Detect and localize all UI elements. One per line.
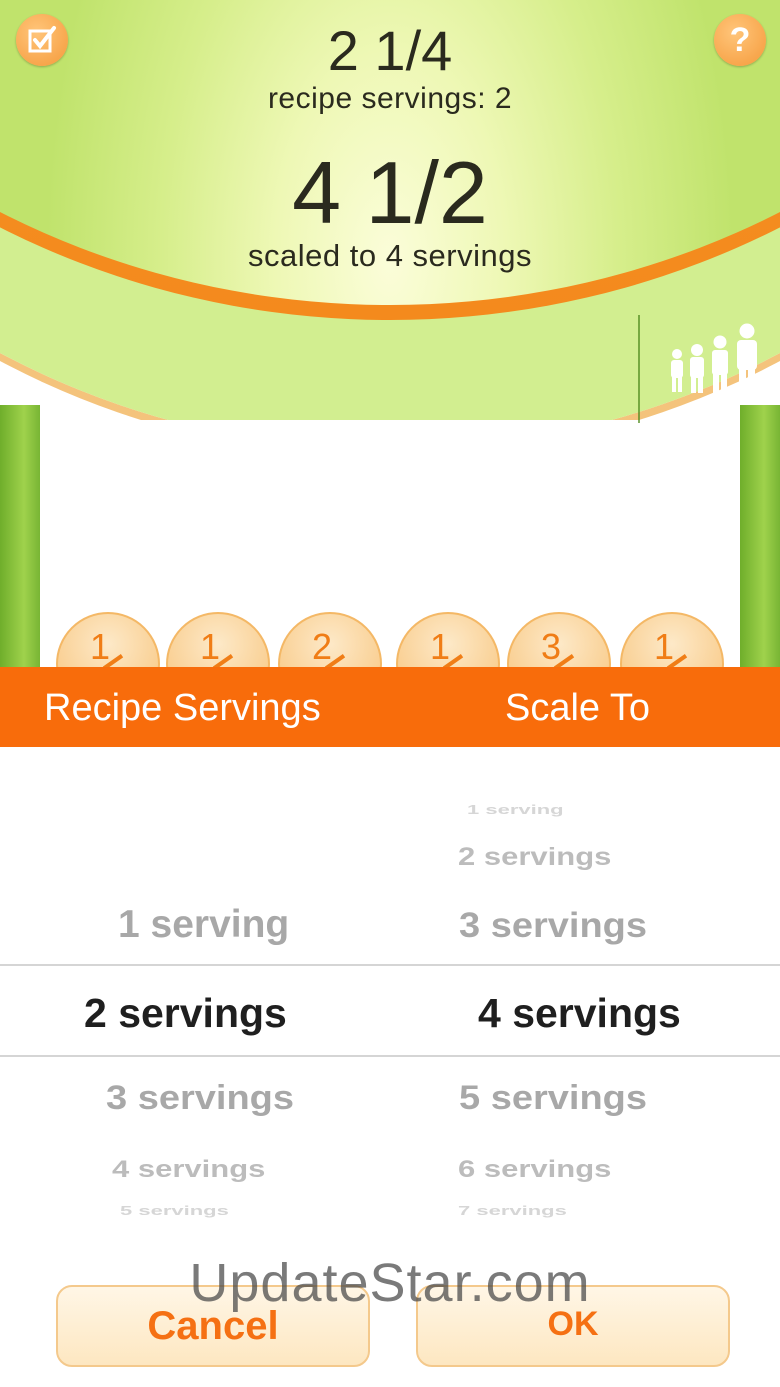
scale-to-option[interactable]: 5 servings xyxy=(459,1079,647,1118)
recipe-servings-option[interactable]: 1 serving xyxy=(118,903,289,947)
scaled-servings-label: scaled to 4 servings xyxy=(248,238,532,273)
scale-to-option[interactable]: 1 serving xyxy=(467,802,564,818)
original-amount: 2 1/4 xyxy=(327,19,453,82)
scale-to-option[interactable]: 6 servings xyxy=(458,1155,611,1183)
recipe-servings-option[interactable]: 5 servings xyxy=(120,1203,229,1219)
picker-header: Recipe Servings Scale To xyxy=(0,667,780,747)
servings-picker[interactable]: 1 serving 2 servings 3 servings 4 servin… xyxy=(0,747,780,1247)
recipe-servings-option[interactable]: 3 servings xyxy=(106,1079,294,1118)
recipe-servings-header: Recipe Servings xyxy=(44,687,321,729)
right-post xyxy=(740,405,780,670)
people-group-icon[interactable] xyxy=(665,322,765,402)
left-post xyxy=(0,405,40,670)
selection-line-top xyxy=(0,964,780,966)
scale-to-header: Scale To xyxy=(505,687,651,729)
original-servings-label: recipe servings: 2 xyxy=(267,82,513,115)
scaled-amount: 4 1/2 xyxy=(292,143,488,242)
scale-to-selected[interactable]: 4 servings xyxy=(478,990,681,1037)
selection-line-bottom xyxy=(0,1055,780,1057)
scale-to-option[interactable]: 7 servings xyxy=(458,1203,567,1219)
watermark: UpdateStar.com xyxy=(189,1253,591,1313)
people-divider xyxy=(638,315,640,423)
scale-to-option[interactable]: 3 servings xyxy=(459,907,647,947)
recipe-servings-selected[interactable]: 2 servings xyxy=(84,990,287,1037)
scale-to-option[interactable]: 2 servings xyxy=(458,843,611,872)
recipe-servings-option[interactable]: 4 servings xyxy=(112,1155,265,1183)
